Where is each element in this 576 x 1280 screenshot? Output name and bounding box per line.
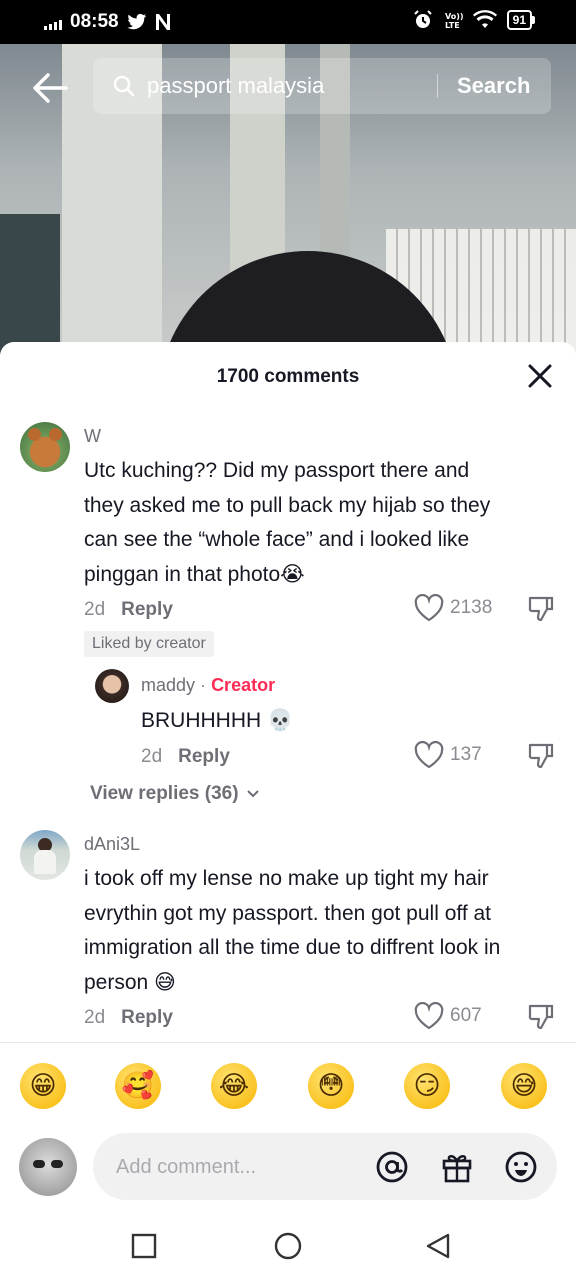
heart-icon <box>414 594 444 622</box>
like-button[interactable]: 607 <box>414 1002 482 1030</box>
reply-text: BRUHHHHH 💀 <box>141 709 294 732</box>
alarm-icon <box>413 10 432 28</box>
like-count: 607 <box>450 1005 482 1026</box>
battery-icon: 91 <box>506 10 536 30</box>
avatar[interactable] <box>20 830 70 880</box>
creator-tag: Creator <box>211 675 276 695</box>
emoji-quick-bar: 😁 🥰 😂 😳 😏 😅 <box>0 1042 576 1133</box>
add-comment-placeholder: Add comment... <box>116 1156 257 1178</box>
emoji-picker-icon[interactable] <box>504 1150 538 1184</box>
smirk-emoji-icon[interactable]: 😏 <box>404 1063 450 1109</box>
add-comment-input[interactable]: Add comment... <box>93 1133 557 1200</box>
system-nav-bar <box>0 1210 576 1280</box>
comment-age: 2d <box>84 1007 106 1028</box>
avatar[interactable] <box>19 1138 77 1196</box>
joy-emoji-icon[interactable]: 😂 <box>211 1063 257 1109</box>
dislike-icon[interactable] <box>527 742 555 770</box>
mention-icon[interactable] <box>375 1150 409 1184</box>
like-count: 2138 <box>450 597 493 618</box>
view-replies-link[interactable]: View replies (36) <box>90 783 260 805</box>
status-bar: 08:58 Vo)) LTE 91 <box>0 0 576 44</box>
flushed-emoji-icon[interactable]: 😳 <box>308 1063 354 1109</box>
volte-icon: Vo))LTE <box>445 12 463 30</box>
reply-meta: 2d Reply <box>141 746 230 768</box>
dislike-icon[interactable] <box>527 1003 555 1031</box>
twitter-icon <box>127 13 146 30</box>
reply-age: 2d <box>141 746 163 767</box>
reply-header: maddy · Creator <box>141 675 275 696</box>
chevron-down-icon <box>247 790 259 798</box>
svg-text:Vo)): Vo)) <box>445 12 463 21</box>
sweat-smile-emoji-icon[interactable]: 😅 <box>501 1063 547 1109</box>
comment-meta: 2d Reply <box>84 1007 173 1029</box>
avatar[interactable] <box>95 669 129 703</box>
reply-button[interactable]: Reply <box>121 599 173 620</box>
view-replies-label: View replies (36) <box>90 783 239 804</box>
smiling-hearts-emoji-icon[interactable]: 🥰 <box>115 1063 161 1109</box>
comment-text: i took off my lense no make up tight my … <box>84 867 501 994</box>
recent-apps-icon[interactable] <box>130 1232 158 1260</box>
close-icon[interactable] <box>526 362 554 390</box>
grinning-emoji-icon[interactable]: 😁 <box>20 1063 66 1109</box>
back-arrow-icon[interactable] <box>30 68 70 108</box>
liked-by-creator-badge: Liked by creator <box>84 631 214 657</box>
svg-text:LTE: LTE <box>445 21 460 30</box>
comments-count-title: 1700 comments <box>216 366 360 387</box>
n-notification-icon <box>155 14 170 30</box>
home-icon[interactable] <box>274 1232 302 1260</box>
comment-meta: 2d Reply <box>84 599 173 621</box>
search-button[interactable]: Search <box>457 73 530 99</box>
comment-username[interactable]: W <box>84 426 101 447</box>
reply-username[interactable]: maddy <box>141 675 195 695</box>
reply-button[interactable]: Reply <box>121 1007 173 1028</box>
like-button[interactable]: 2138 <box>414 594 492 622</box>
heart-icon <box>414 741 444 769</box>
comment-text: Utc kuching?? Did my passport there and … <box>84 459 491 586</box>
status-time: 08:58 <box>70 11 119 32</box>
reply-separator: · <box>200 675 207 695</box>
search-divider <box>437 74 438 98</box>
avatar[interactable] <box>20 422 70 472</box>
gift-icon[interactable] <box>440 1150 474 1184</box>
back-icon[interactable] <box>424 1232 452 1260</box>
comment-username[interactable]: dAni3L <box>84 834 140 855</box>
like-count: 137 <box>450 744 482 765</box>
comment-age: 2d <box>84 599 106 620</box>
search-icon <box>113 75 135 97</box>
search-input[interactable]: passport malaysia Search <box>93 58 551 114</box>
dislike-icon[interactable] <box>527 595 555 623</box>
signal-icon <box>44 14 62 30</box>
reply-button[interactable]: Reply <box>178 746 230 767</box>
like-button[interactable]: 137 <box>414 741 482 769</box>
wifi-icon <box>472 10 497 28</box>
heart-icon <box>414 1002 444 1030</box>
search-query[interactable]: passport malaysia <box>147 73 324 99</box>
